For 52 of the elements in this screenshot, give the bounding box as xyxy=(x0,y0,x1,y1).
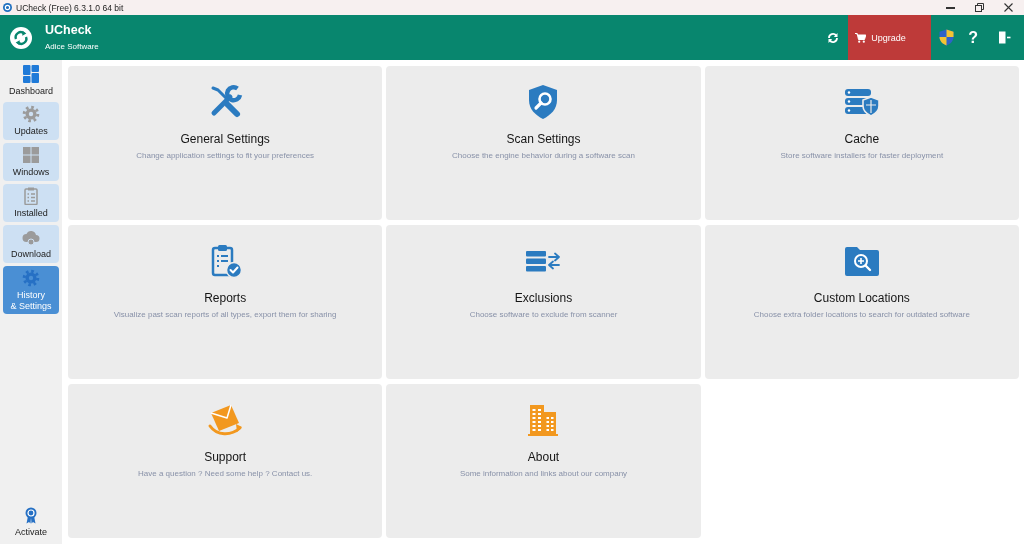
settings-card[interactable]: Exclusions Choose software to exclude from scanner xyxy=(386,225,701,379)
dashboard-tiles-icon xyxy=(22,64,40,83)
settings-card[interactable]: General Settings Change application settings to fit your preferences xyxy=(68,66,383,220)
card-title: Custom Locations xyxy=(813,291,910,305)
envelope-icon xyxy=(207,402,244,438)
card-description: Store software installers for faster deployment xyxy=(780,151,944,161)
window-title: UCheck (Free) 6.3.1.0 64 bit xyxy=(16,2,124,13)
activate-button[interactable]: Activate xyxy=(11,505,51,540)
close-icon[interactable] xyxy=(1004,3,1013,12)
company-name: Adice Software xyxy=(45,42,99,52)
card-description: Change application settings to fit your preferences xyxy=(136,151,315,161)
card-title: Reports xyxy=(204,291,247,305)
sidebar-item[interactable]: Installed xyxy=(3,184,59,222)
card-description: Some information and links about our company xyxy=(459,469,628,479)
card-description: Choose extra folder locations to search for outdated software xyxy=(753,310,970,320)
card-description: Choose the engine behavior during a software scan xyxy=(452,151,635,161)
settings-card[interactable]: Support Have a question ? Need some help ? Contact us. xyxy=(68,384,383,538)
card-title: About xyxy=(527,450,560,464)
app-name: UCheck xyxy=(45,23,93,37)
card-title: Exclusions xyxy=(514,291,573,305)
exit-door-icon[interactable] xyxy=(998,31,1011,44)
card-title: Scan Settings xyxy=(506,132,581,146)
sidebar-item[interactable]: Download xyxy=(3,225,59,263)
restore-icon[interactable] xyxy=(975,3,984,12)
card-title: Support xyxy=(204,450,247,464)
card-description: Visualize past scan reports of all types, export them for sharing xyxy=(113,310,337,320)
refresh-icon[interactable] xyxy=(827,31,840,44)
refresh-logo-icon xyxy=(10,26,32,49)
medal-icon xyxy=(25,507,37,524)
gear-icon xyxy=(22,105,40,123)
card-description: Choose software to exclude from scanner xyxy=(469,310,618,320)
shield-icon[interactable] xyxy=(938,29,956,46)
sidebar-item[interactable]: Windows xyxy=(3,143,59,181)
settings-card[interactable]: About Some information and links about our company xyxy=(386,384,701,538)
sidebar-item[interactable]: Dashboard xyxy=(3,62,59,99)
settings-card[interactable]: Scan Settings Choose the engine behavior during a software scan xyxy=(386,66,701,220)
settings-card[interactable]: Cache Store software installers for faster deployment xyxy=(704,66,1019,220)
app-icon xyxy=(3,3,12,12)
upgrade-button[interactable]: Upgrade xyxy=(848,15,932,60)
minimize-icon[interactable] xyxy=(946,6,955,9)
settings-card[interactable]: Custom Locations Choose extra folder locations to search for outdated software xyxy=(704,225,1019,379)
sidebar-item[interactable]: Updates xyxy=(3,102,59,140)
card-title: General Settings xyxy=(180,132,270,146)
help-button[interactable]: ? xyxy=(968,28,978,47)
cart-icon xyxy=(855,32,867,43)
cloud-icon xyxy=(22,228,40,246)
card-title: Cache xyxy=(844,132,880,146)
clipboard-list-icon xyxy=(22,187,40,205)
settings-card[interactable]: Reports Visualize past scan reports of all types, export them for sharing xyxy=(68,225,383,379)
window-panes-icon xyxy=(22,146,40,164)
card-description: Have a question ? Need some help ? Contact us. xyxy=(138,469,313,479)
gear-icon xyxy=(22,268,40,287)
